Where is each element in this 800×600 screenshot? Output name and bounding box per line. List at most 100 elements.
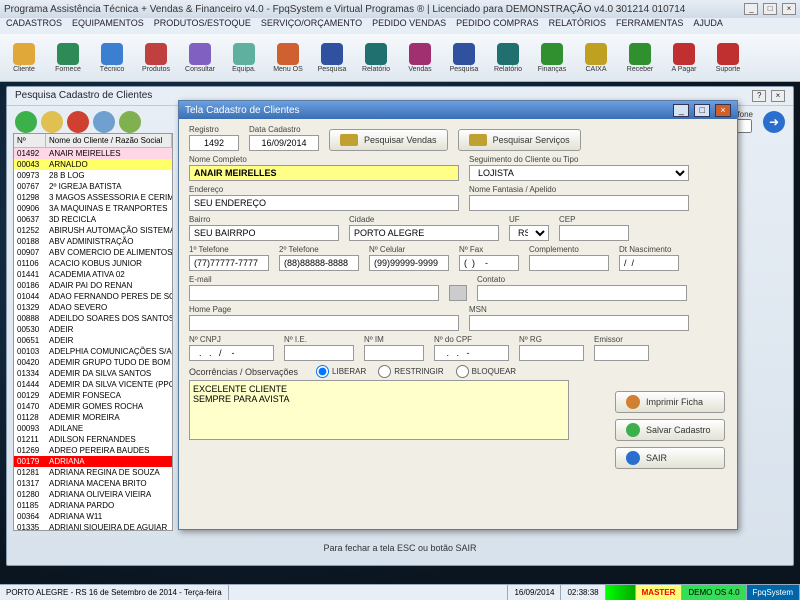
table-row[interactable]: 00103ADELPHIA COMUNICAÇÕES S/A — [14, 346, 172, 357]
complemento-field[interactable] — [529, 255, 609, 271]
table-row[interactable]: 00093ADILANE — [14, 423, 172, 434]
menu-pedido compras[interactable]: PEDIDO COMPRAS — [456, 18, 539, 34]
fantasia-field[interactable] — [469, 195, 689, 211]
table-row[interactable]: 00530ADEIR — [14, 324, 172, 335]
homepage-field[interactable] — [189, 315, 459, 331]
segmento-select[interactable]: LOJISTA — [469, 165, 689, 181]
tbtn-produtos[interactable]: Produtos — [136, 36, 176, 79]
tbtn-pesquisa[interactable]: Pesquisa — [312, 36, 352, 79]
tbtn-fornece[interactable]: Fornece — [48, 36, 88, 79]
table-row[interactable]: 01280ADRIANA OLIVEIRA VIEIRA — [14, 489, 172, 500]
im-field[interactable] — [364, 345, 424, 361]
menu-pedido vendas[interactable]: PEDIDO VENDAS — [372, 18, 446, 34]
table-row[interactable]: 01185ADRIANA PARDO — [14, 500, 172, 511]
cnpj-field[interactable] — [189, 345, 274, 361]
tbtn-menuos[interactable]: Menu OS — [268, 36, 308, 79]
table-row[interactable]: 00907ABV COMERCIO DE ALIMENTOS LT — [14, 247, 172, 258]
table-row[interactable]: 01128ADEMIR MOREIRA — [14, 412, 172, 423]
table-row[interactable]: 01335ADRIANI SIQUEIRA DE AGUIAR — [14, 522, 172, 531]
col-num[interactable]: Nº — [14, 134, 46, 147]
tbtn-finanas[interactable]: Finanças — [532, 36, 572, 79]
endereco-field[interactable] — [189, 195, 459, 211]
table-row[interactable]: 00129ADEMIR FONSECA — [14, 390, 172, 401]
table-row[interactable]: 01211ADILSON FERNANDES — [14, 434, 172, 445]
tel2-field[interactable] — [279, 255, 359, 271]
tbtn-tcnico[interactable]: Técnico — [92, 36, 132, 79]
nascimento-field[interactable] — [619, 255, 679, 271]
table-row[interactable]: 01470ADEMIR GOMES ROCHA — [14, 401, 172, 412]
nome-field[interactable] — [189, 165, 459, 181]
dialog-close-button[interactable]: × — [715, 104, 731, 117]
export-icon[interactable] — [119, 111, 141, 133]
table-row[interactable]: 007672º IGREJA BATISTA — [14, 181, 172, 192]
rg-field[interactable] — [519, 345, 584, 361]
table-row[interactable]: 01106ACACIO KOBUS JUNIOR — [14, 258, 172, 269]
table-row[interactable]: 01492ANAIR MEIRELLES — [14, 148, 172, 159]
table-row[interactable]: 01269ADREO PEREIRA BAUDES — [14, 445, 172, 456]
dialog-min-button[interactable]: _ — [673, 104, 689, 117]
tbtn-equipa[interactable]: Equipa. — [224, 36, 264, 79]
table-row[interactable]: 01252ABIRUSH AUTOMAÇÃO SISTEMAS — [14, 225, 172, 236]
imprimir-ficha-button[interactable]: Imprimir Ficha — [615, 391, 725, 413]
print-icon[interactable] — [93, 111, 115, 133]
minimize-button[interactable]: _ — [744, 3, 758, 15]
table-row[interactable]: 01044ADAO FERNANDO PERES DE SOUZ — [14, 291, 172, 302]
msn-field[interactable] — [469, 315, 689, 331]
menu-produtos/estoque[interactable]: PRODUTOS/ESTOQUE — [154, 18, 251, 34]
celular-field[interactable] — [369, 255, 449, 271]
add-icon[interactable] — [15, 111, 37, 133]
table-row[interactable]: 01334ADEMIR DA SILVA SANTOS — [14, 368, 172, 379]
menu-cadastros[interactable]: CADASTROS — [6, 18, 62, 34]
bairro-field[interactable] — [189, 225, 339, 241]
salvar-cadastro-button[interactable]: Salvar Cadastro — [615, 419, 725, 441]
panel-help-button[interactable]: ? — [752, 90, 766, 102]
table-row[interactable]: 00888ADEILDO SOARES DOS SANTOS — [14, 313, 172, 324]
uf-select[interactable]: RS — [509, 225, 549, 241]
contato-field[interactable] — [477, 285, 687, 301]
cep-field[interactable] — [559, 225, 629, 241]
table-row[interactable]: 00179ADRIANA — [14, 456, 172, 467]
cidade-field[interactable] — [349, 225, 499, 241]
table-row[interactable]: 00188ABV ADMINISTRAÇÃO — [14, 236, 172, 247]
email-field[interactable] — [189, 285, 439, 301]
data-cadastro-field[interactable] — [249, 135, 319, 151]
sair-button[interactable]: SAIR — [615, 447, 725, 469]
table-row[interactable]: 01281ADRIANA REGINA DE SOUZA — [14, 467, 172, 478]
table-row[interactable]: 01441ACADEMIA ATIVA 02 — [14, 269, 172, 280]
menu-serviço/orçamento[interactable]: SERVIÇO/ORÇAMENTO — [261, 18, 362, 34]
tbtn-relatrio[interactable]: Relatório — [356, 36, 396, 79]
table-row[interactable]: 00364ADRIANA W11 — [14, 511, 172, 522]
pesquisar-servicos-button[interactable]: Pesquisar Serviços — [458, 129, 581, 151]
pesquisar-vendas-button[interactable]: Pesquisar Vendas — [329, 129, 448, 151]
tel1-field[interactable] — [189, 255, 269, 271]
tbtn-receber[interactable]: Receber — [620, 36, 660, 79]
table-row[interactable]: 00651ADEIR — [14, 335, 172, 346]
emissor-field[interactable] — [594, 345, 649, 361]
table-row[interactable]: 009063A MAQUINAS E TRANPORTES — [14, 203, 172, 214]
menu-relatórios[interactable]: RELATÓRIOS — [549, 18, 606, 34]
fax-field[interactable] — [459, 255, 519, 271]
menu-equipamentos[interactable]: EQUIPAMENTOS — [72, 18, 144, 34]
bloquear-radio[interactable]: BLOQUEAR — [456, 365, 516, 378]
tbtn-cliente[interactable]: Cliente — [4, 36, 44, 79]
tbtn-relatrio[interactable]: Relatório — [488, 36, 528, 79]
table-row[interactable]: 006373D RECICLA — [14, 214, 172, 225]
tbtn-caixa[interactable]: CAIXA — [576, 36, 616, 79]
tbtn-consultar[interactable]: Consultar — [180, 36, 220, 79]
table-row[interactable]: 00420ADEMIR GRUPO TUDO DE BOM — [14, 357, 172, 368]
maximize-button[interactable]: □ — [763, 3, 777, 15]
close-button[interactable]: × — [782, 3, 796, 15]
menu-ferramentas[interactable]: FERRAMENTAS — [616, 18, 683, 34]
tbtn-apagar[interactable]: A Pagar — [664, 36, 704, 79]
client-grid[interactable]: Nº Nome do Cliente / Razão Social 01492A… — [13, 133, 173, 531]
tbtn-pesquisa[interactable]: Pesquisa — [444, 36, 484, 79]
menu-ajuda[interactable]: AJUDA — [693, 18, 723, 34]
table-row[interactable]: 01329ADAO SEVERO — [14, 302, 172, 313]
dialog-max-button[interactable]: □ — [694, 104, 710, 117]
panel-close-button[interactable]: × — [771, 90, 785, 102]
tbtn-suporte[interactable]: Suporte — [708, 36, 748, 79]
email-icon[interactable] — [449, 285, 467, 301]
table-row[interactable]: 0097328 B LOG — [14, 170, 172, 181]
col-name[interactable]: Nome do Cliente / Razão Social — [46, 134, 172, 147]
liberar-radio[interactable]: LIBERAR — [316, 365, 366, 378]
